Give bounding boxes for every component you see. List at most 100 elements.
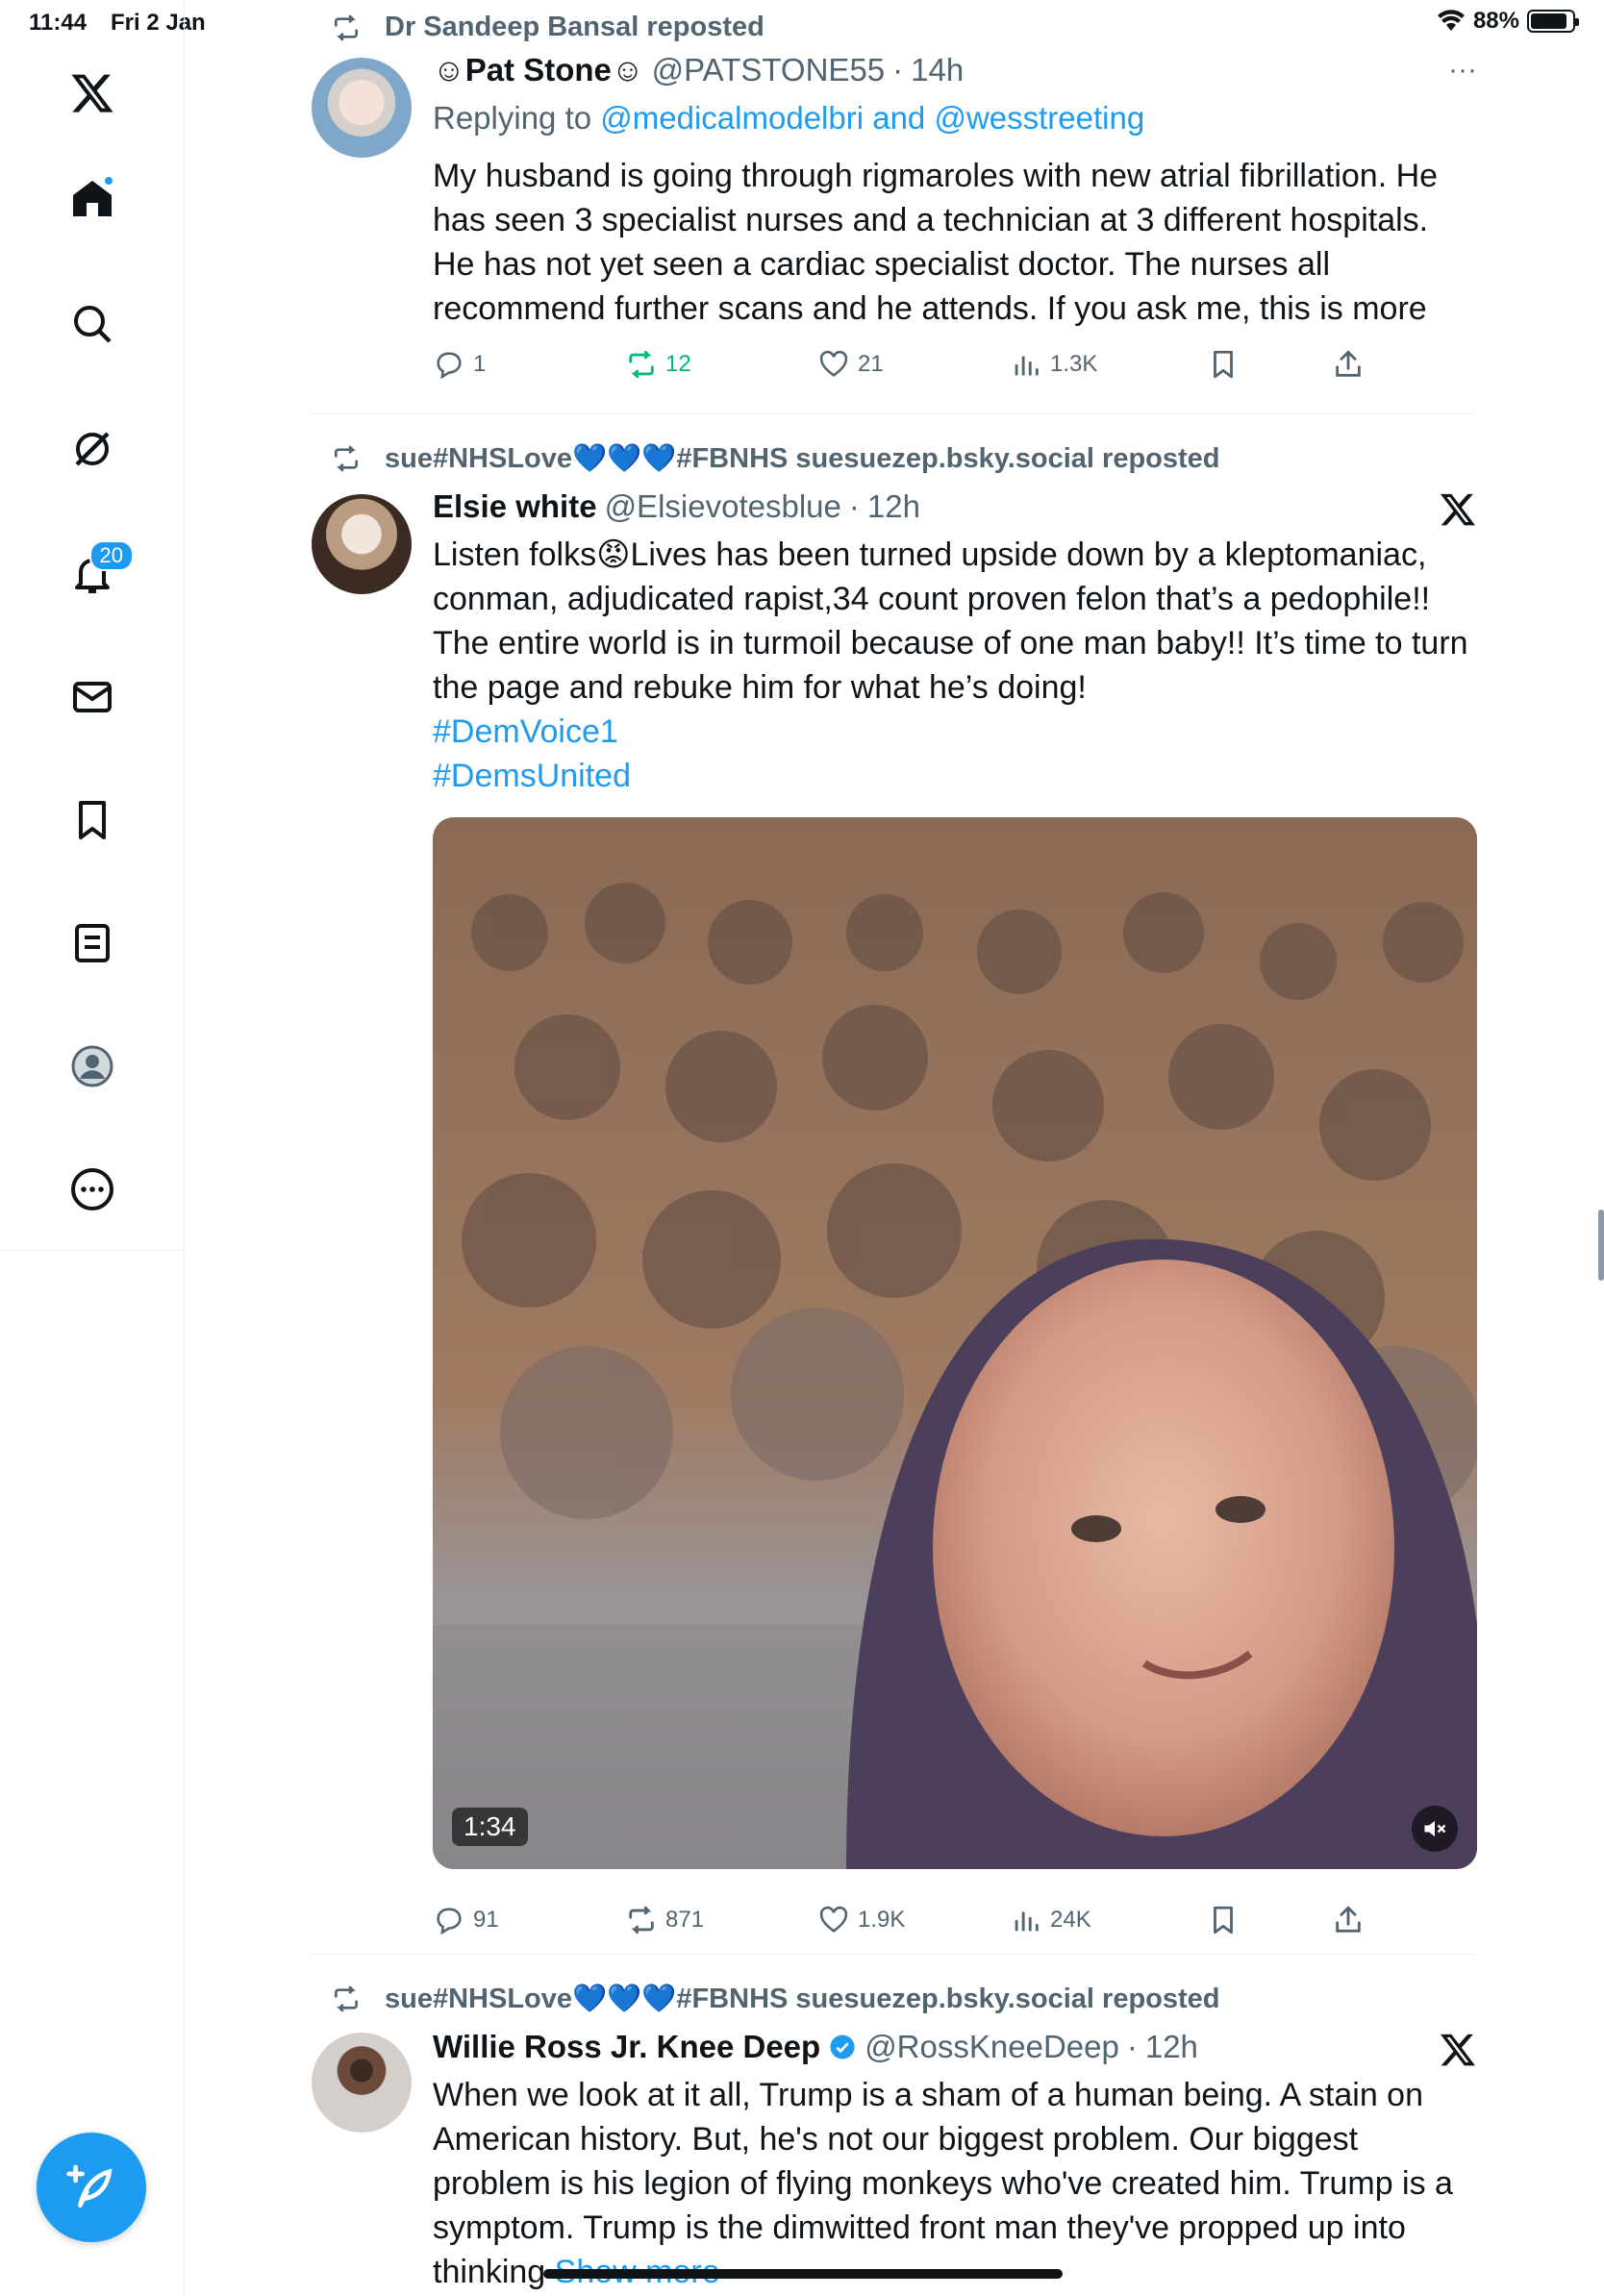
view-count: 24K	[1050, 1907, 1091, 1933]
battery-icon	[1527, 10, 1579, 33]
author-name[interactable]: ☺Pat Stone☺	[433, 52, 644, 88]
replying-to-users[interactable]: @medicalmodelbri and @wesstreeting	[600, 100, 1144, 136]
sidebar-item-home[interactable]	[59, 165, 126, 233]
share-icon	[1336, 350, 1361, 377]
compose-button[interactable]	[37, 2133, 146, 2242]
views-icon	[1015, 1911, 1039, 1932]
bookmark-button[interactable]	[1207, 1904, 1240, 1936]
time-separator: ·	[1126, 2029, 1138, 2064]
author-handle[interactable]: @Elsievotesblue	[605, 488, 841, 525]
repost-icon	[335, 445, 358, 472]
list-icon	[75, 924, 110, 962]
repost-button[interactable]: 871	[625, 1904, 704, 1936]
tweet[interactable]: Dr Sandeep Bansal reposted ☺Pat Stone☺ @…	[308, 0, 1477, 413]
bookmark-icon	[1214, 350, 1233, 379]
like-button[interactable]: 1.9K	[817, 1904, 905, 1936]
tweet[interactable]: sue#NHSLove💙💙💙#FBNHS suesuezep.bsky.soci…	[308, 413, 1477, 1952]
time-separator: ·	[892, 52, 904, 87]
tweet-more-icon[interactable]: ···	[1448, 54, 1477, 87]
repost-icon	[629, 350, 654, 379]
share-icon	[1336, 1906, 1361, 1933]
verified-badge-icon	[830, 2034, 855, 2059]
sidebar-item-lists[interactable]	[59, 910, 126, 977]
sidebar-item-more[interactable]	[59, 1156, 126, 1223]
mail-icon	[73, 682, 112, 712]
avatar[interactable]	[312, 58, 412, 158]
sidebar-item-grok[interactable]	[59, 415, 126, 483]
author-name[interactable]: Elsie white	[433, 488, 597, 525]
hashtag-link[interactable]: #DemsUnited	[433, 754, 1477, 798]
share-button[interactable]	[1332, 1904, 1365, 1936]
repost-context-text: sue#NHSLove💙💙💙#FBNHS suesuezep.bsky.soci…	[385, 443, 1220, 474]
video-player[interactable]: 1:34	[433, 817, 1477, 1869]
like-count: 21	[858, 351, 884, 377]
tweet[interactable]: sue#NHSLove💙💙💙#FBNHS suesuezep.bsky.soci…	[308, 1954, 1477, 2296]
repost-count: 12	[665, 351, 691, 377]
reply-count: 1	[473, 351, 487, 377]
tweet-text: My husband is going through rigmaroles w…	[433, 158, 1439, 327]
repost-button[interactable]: 12	[625, 348, 691, 381]
tweet-actions: 1 12 21 1.3K	[433, 348, 1361, 387]
repost-context: sue#NHSLove💙💙💙#FBNHS suesuezep.bsky.soci…	[335, 442, 1220, 475]
sidebar-item-profile[interactable]	[59, 1033, 126, 1100]
replying-to: Replying to @medicalmodelbri and @wesstr…	[433, 100, 1144, 137]
tweet-time[interactable]: 14h	[911, 52, 964, 88]
x-logo-icon[interactable]	[1439, 490, 1477, 529]
reply-button[interactable]: 91	[433, 1904, 499, 1936]
tweet-header: Willie Ross Jr. Knee Deep @RossKneeDeep …	[433, 2029, 1198, 2065]
repost-icon	[335, 14, 358, 40]
hashtag-link[interactable]: #DemVoice1	[433, 710, 1477, 754]
views-icon	[1015, 356, 1039, 376]
battery-percent: 88%	[1472, 8, 1519, 34]
avatar[interactable]	[312, 494, 412, 594]
video-thumbnail	[433, 817, 1477, 1869]
author-handle[interactable]: @RossKneeDeep	[865, 2029, 1119, 2065]
repost-context-text: sue#NHSLove💙💙💙#FBNHS suesuezep.bsky.soci…	[385, 1984, 1220, 2014]
notifications-badge: 20	[88, 540, 134, 571]
reply-icon	[437, 1908, 462, 1935]
sidebar-border	[184, 1250, 185, 2296]
sidebar-item-search[interactable]	[59, 290, 126, 358]
like-count: 1.9K	[858, 1907, 906, 1933]
like-button[interactable]: 21	[817, 348, 884, 381]
tweet-text: Listen folks😡Lives has been turned upsid…	[433, 537, 1468, 706]
tweet-text-container: Listen folks😡Lives has been turned upsid…	[433, 533, 1477, 798]
sidebar-item-notifications[interactable]: 20	[59, 540, 134, 608]
replying-to-prefix: Replying to	[433, 100, 592, 136]
profile-icon	[71, 1045, 113, 1087]
bookmark-icon	[1214, 1906, 1233, 1934]
tweet-time[interactable]: 12h	[867, 488, 920, 525]
avatar[interactable]	[312, 2033, 412, 2133]
author-handle[interactable]: @PATSTONE55	[652, 52, 886, 88]
repost-context-text: Dr Sandeep Bansal reposted	[385, 12, 764, 42]
more-icon	[71, 1168, 113, 1210]
tweet-header: ☺Pat Stone☺ @PATSTONE55 · 14h	[433, 52, 964, 88]
search-icon	[74, 306, 112, 343]
reply-icon	[437, 352, 462, 380]
views-button[interactable]: 24K	[1010, 1904, 1091, 1936]
x-logo-icon[interactable]	[1439, 2031, 1477, 2069]
sidebar-item-bookmarks[interactable]	[59, 786, 126, 854]
heart-icon	[819, 1906, 848, 1933]
time-separator: ·	[848, 488, 860, 524]
author-name[interactable]: Willie Ross Jr. Knee Deep	[433, 2029, 820, 2065]
grok-icon	[75, 432, 110, 466]
mute-button[interactable]	[1412, 1806, 1458, 1852]
video-duration: 1:34	[452, 1808, 528, 1846]
tweet-text-container: When we look at it all, Trump is a sham …	[433, 2073, 1477, 2294]
compose-feather-icon	[66, 2164, 113, 2208]
repost-context: Dr Sandeep Bansal reposted	[335, 12, 764, 43]
repost-count: 871	[665, 1907, 705, 1933]
share-button[interactable]	[1332, 348, 1365, 381]
repost-icon	[629, 1906, 654, 1934]
views-button[interactable]: 1.3K	[1010, 348, 1097, 381]
heart-icon	[819, 350, 848, 377]
home-notification-dot	[103, 175, 114, 187]
x-logo-icon[interactable]	[59, 60, 126, 127]
scrollbar[interactable]	[1598, 1210, 1604, 1281]
reply-button[interactable]: 1	[433, 348, 486, 381]
sidebar-item-messages[interactable]	[59, 663, 126, 731]
tweet-time[interactable]: 12h	[1145, 2029, 1198, 2065]
bookmark-button[interactable]	[1207, 348, 1240, 381]
home-indicator[interactable]	[543, 2269, 1063, 2279]
